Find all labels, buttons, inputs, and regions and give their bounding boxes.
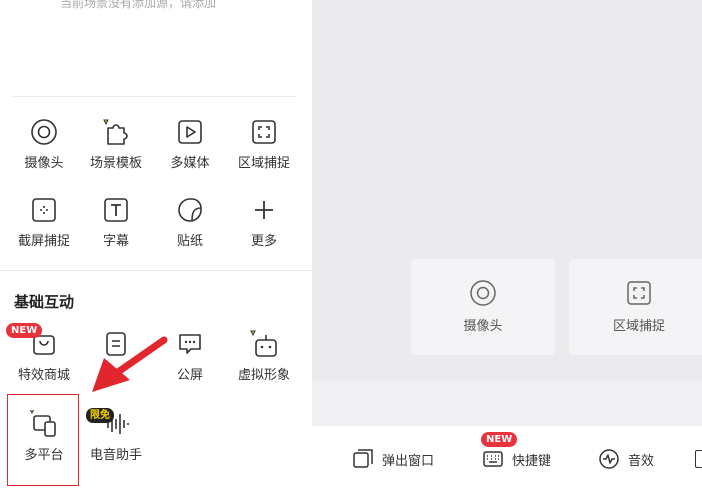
tool-camera[interactable]: 摄像头 — [6, 118, 82, 171]
bottom-item-label: 快捷键 — [512, 453, 552, 469]
preview-card-camera[interactable]: 摄像头 — [411, 259, 555, 355]
popup-window-button[interactable]: 弹出窗口 — [352, 446, 434, 472]
tool-label: 场景模板 — [89, 156, 142, 171]
tool-sticker[interactable]: 贴纸 — [152, 196, 228, 249]
red-arrow-annotation — [92, 336, 168, 392]
card-label: 区域捕捉 — [612, 319, 665, 334]
cut-off-icon — [695, 450, 702, 468]
divider — [0, 270, 312, 271]
card-label: 摄像头 — [463, 319, 503, 334]
screen-capture-icon — [30, 196, 58, 224]
tool-label: 贴纸 — [176, 234, 203, 249]
tool-label: 更多 — [250, 234, 277, 249]
tool-label: 字幕 — [102, 234, 129, 249]
gray-strip — [312, 380, 702, 426]
tool-label: 多媒体 — [170, 156, 210, 171]
divider — [12, 96, 296, 97]
robot-icon — [250, 330, 278, 358]
limited-free-badge: 限免 — [86, 408, 114, 423]
tool-label: 截屏捕捉 — [17, 234, 70, 249]
play-icon — [176, 118, 204, 146]
preview-card-region-capture[interactable]: 区域捕捉 — [569, 259, 702, 355]
bottom-item-label: 音效 — [628, 453, 655, 469]
tool-label: 虚拟形象 — [237, 368, 290, 383]
camera-icon — [30, 118, 58, 146]
bottom-item-label: 弹出窗口 — [382, 453, 435, 469]
tool-subtitle[interactable]: 字幕 — [78, 196, 154, 249]
text-icon — [102, 196, 130, 224]
audio-effect-button[interactable]: 音效 — [598, 446, 654, 472]
shortcut-keys-button[interactable]: 快捷键 — [482, 446, 551, 472]
tool-more[interactable]: 更多 — [226, 196, 302, 249]
tool-scene-template[interactable]: 场景模板 — [78, 118, 154, 171]
new-badge: NEW — [481, 432, 518, 447]
empty-scene-hint: 当前场景没有添加源，请添加 — [60, 0, 217, 10]
tool-screen-capture[interactable]: 截屏捕捉 — [6, 196, 82, 249]
new-badge: NEW — [6, 323, 43, 338]
keyboard-icon — [482, 448, 504, 470]
audio-effect-icon — [598, 448, 620, 470]
sticker-icon — [176, 196, 204, 224]
section-title-basic-interaction: 基础互动 — [14, 293, 75, 311]
tool-label: 区域捕捉 — [237, 156, 290, 171]
plus-icon — [250, 196, 278, 224]
highlight-box — [7, 394, 79, 486]
tool-label: 摄像头 — [24, 156, 64, 171]
tool-label: 电音助手 — [89, 448, 142, 463]
tool-label: 特效商城 — [17, 368, 70, 383]
tool-virtual-avatar[interactable]: 虚拟形象 — [226, 330, 302, 383]
tool-multimedia[interactable]: 多媒体 — [152, 118, 228, 171]
tool-region-capture[interactable]: 区域捕捉 — [226, 118, 302, 171]
region-capture-icon — [625, 279, 653, 307]
camera-icon — [469, 279, 497, 307]
popup-window-icon — [352, 448, 374, 470]
puzzle-icon — [102, 118, 130, 146]
region-capture-icon — [250, 118, 278, 146]
chat-icon — [176, 330, 204, 358]
